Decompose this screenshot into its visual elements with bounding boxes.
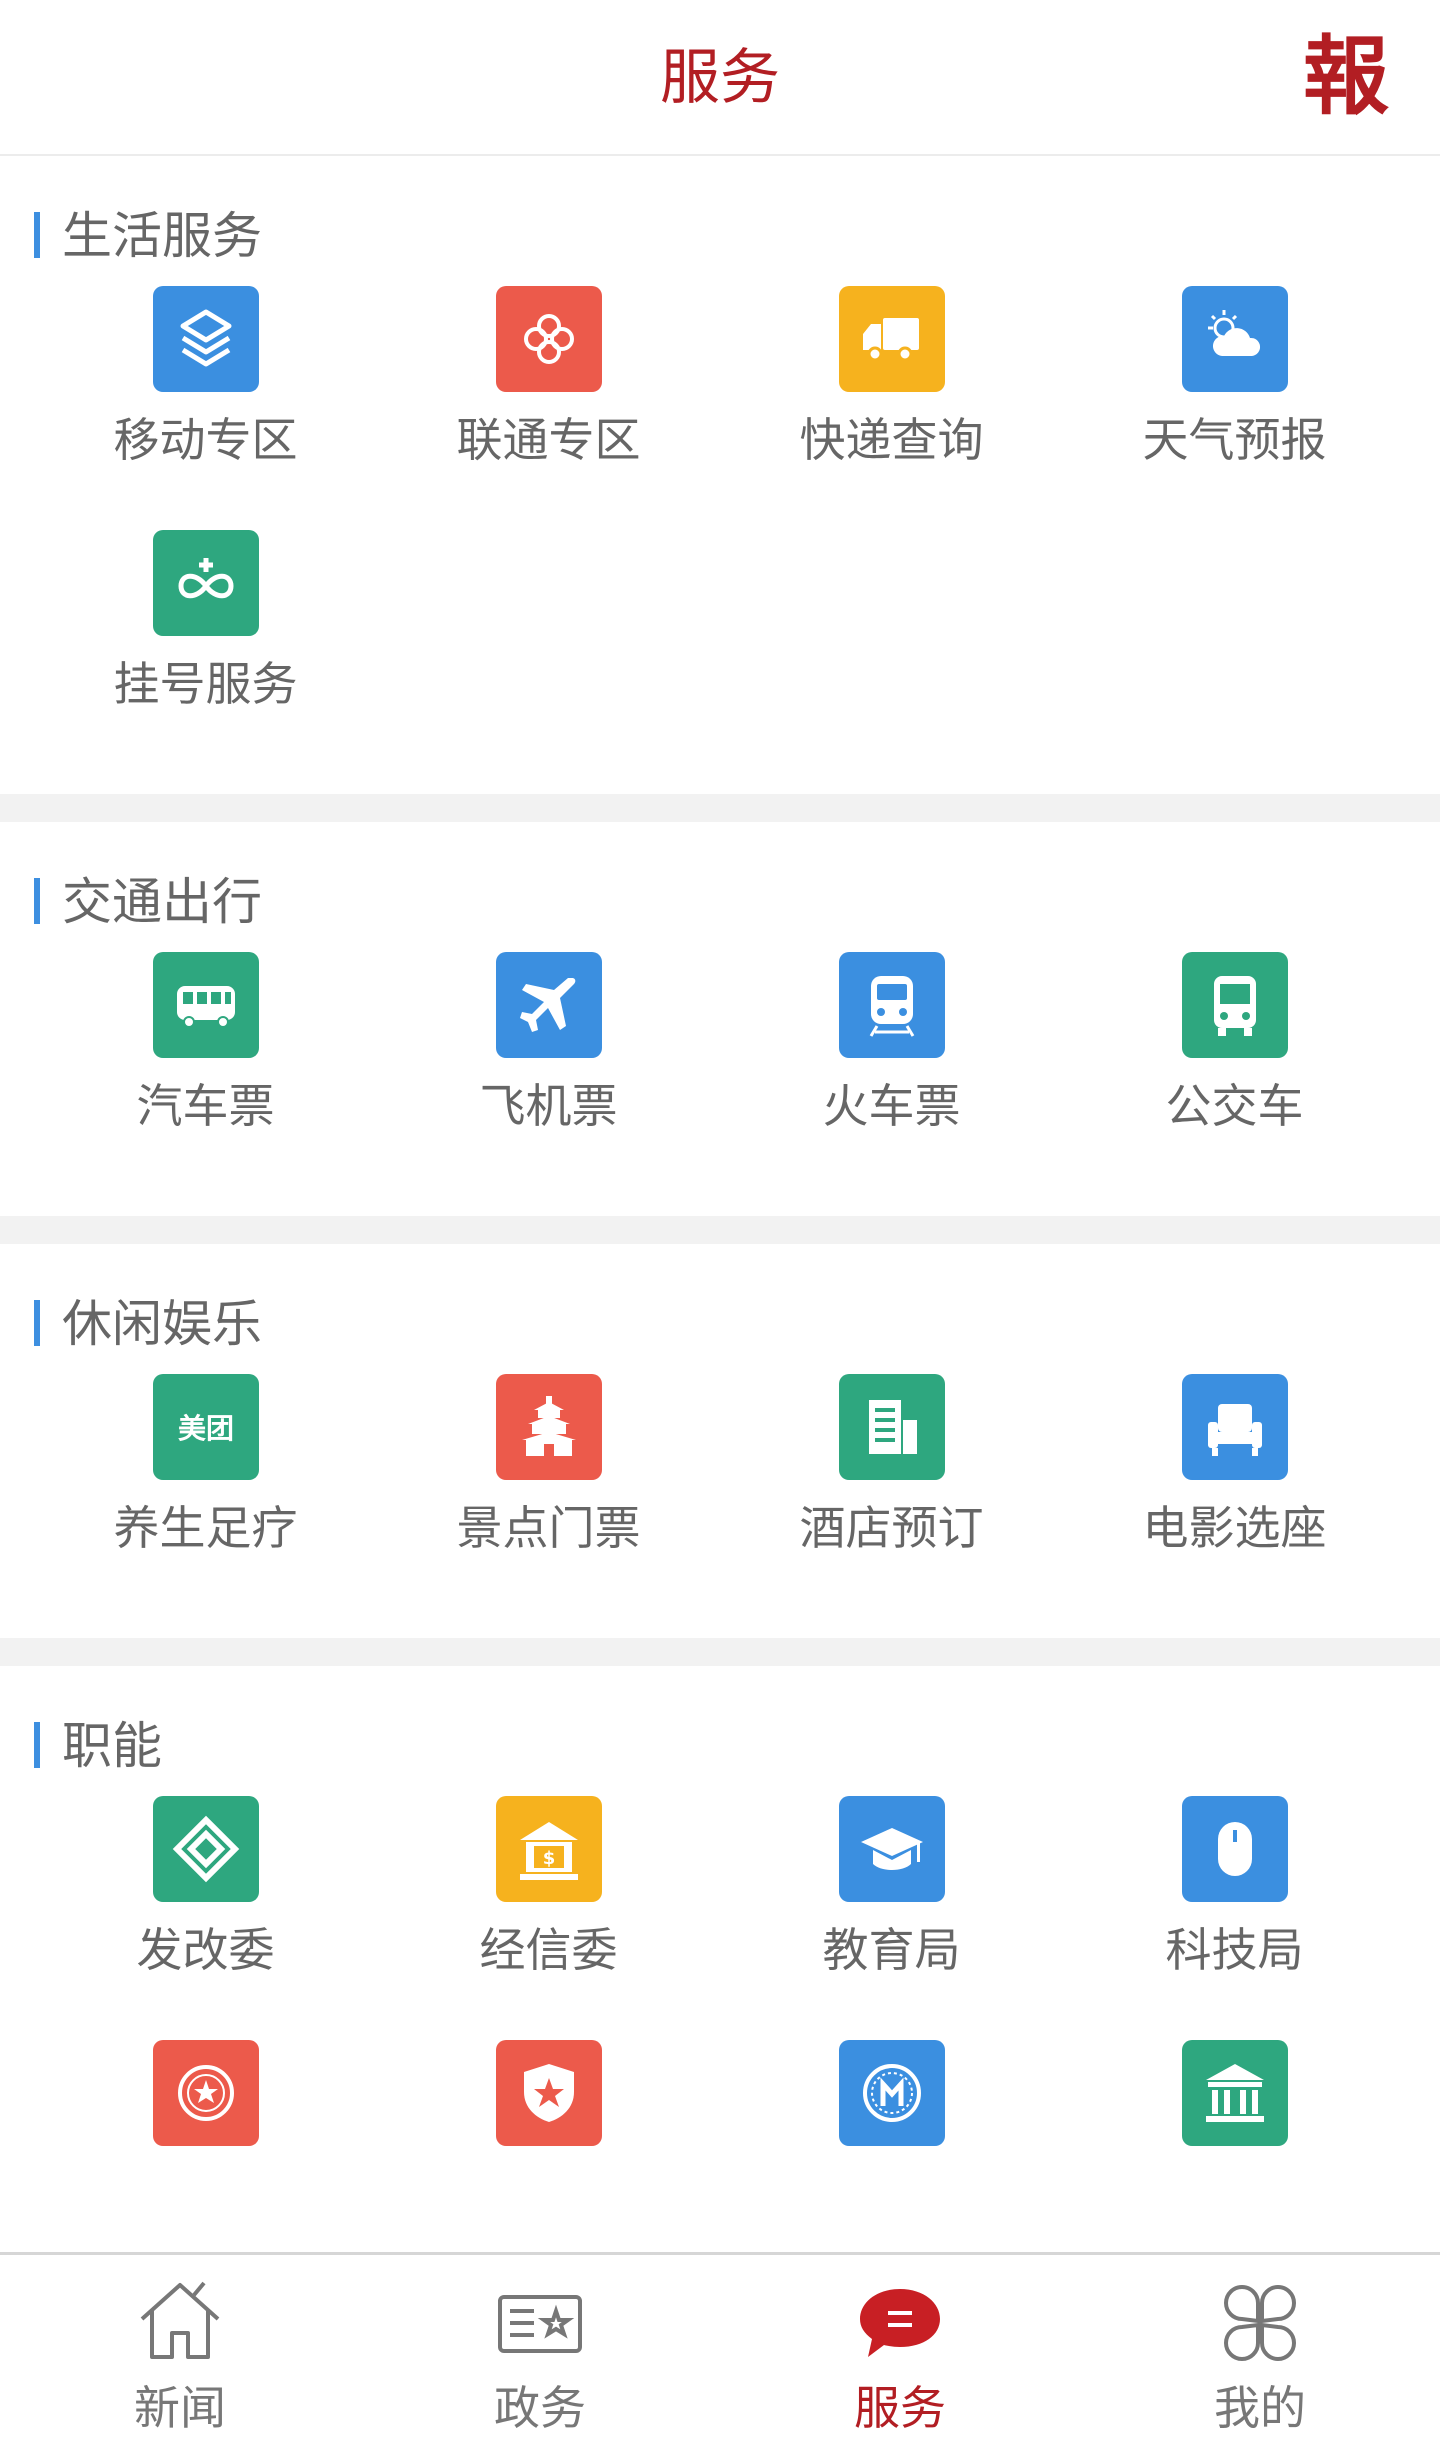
chat-bubble-icon: [860, 2289, 940, 2357]
train-icon: [838, 952, 945, 1058]
section-leisure: 休闲娱乐 美团 养生足疗 景点门票 酒店预订 电影选座: [0, 1244, 1440, 1638]
section-title: 职能: [62, 1717, 162, 1775]
section-marker: [34, 878, 40, 924]
service-item-scenic-tickets[interactable]: 景点门票: [377, 1374, 720, 1618]
service-item-flight-ticket[interactable]: 飞机票: [377, 952, 720, 1196]
section-transportation: 交通出行 汽车票 飞机票 火车票 公交车: [0, 822, 1440, 1216]
section-marker: [34, 1300, 40, 1346]
section-title: 生活服务: [62, 207, 262, 265]
service-grid: 移动专区 联通专区 快递查询 天气预报 挂号服务: [0, 286, 1440, 794]
service-item-cinema-seat[interactable]: 电影选座: [1063, 1374, 1406, 1618]
service-item-police[interactable]: [377, 2040, 720, 2252]
government-building-icon: [1181, 2040, 1288, 2146]
reform-commission-icon: [152, 1796, 259, 1902]
service-grid: 汽车票 飞机票 火车票 公交车: [0, 952, 1440, 1216]
section-title: 休闲娱乐: [62, 1295, 262, 1353]
economy-bank-icon: $: [495, 1796, 602, 1902]
service-item-science-bureau[interactable]: 科技局: [1063, 1796, 1406, 2040]
party-emblem-icon: [152, 2040, 259, 2146]
home-icon: [140, 2281, 220, 2359]
service-item-train-ticket[interactable]: 火车票: [720, 952, 1063, 1196]
section-divider: [0, 1638, 1440, 1666]
svg-text:報: 報: [1303, 26, 1389, 124]
hotel-building-icon: [838, 1374, 945, 1480]
police-badge-icon: [495, 2040, 602, 2146]
service-item-reform-commission[interactable]: 发改委: [34, 1796, 377, 2040]
newspaper-logo-icon: 報: [1303, 26, 1389, 124]
service-item-foot-massage[interactable]: 美团 养生足疗: [34, 1374, 377, 1618]
weather-icon: [1181, 286, 1288, 392]
tab-services[interactable]: 服务: [720, 2255, 1080, 2440]
service-item-china-unicom[interactable]: 联通专区: [377, 286, 720, 530]
section-title: 交通出行: [62, 873, 262, 931]
tab-government-affairs[interactable]: 政务: [360, 2255, 720, 2440]
hospital-registration-icon: [152, 530, 259, 636]
header: 服务 報: [0, 0, 1440, 156]
bottom-tab-bar: 新闻 政务 服务 我的: [0, 2252, 1440, 2440]
service-item-education-bureau[interactable]: 教育局: [720, 1796, 1063, 2040]
service-item-government[interactable]: [1063, 2040, 1406, 2252]
cinema-seat-icon: [1181, 1374, 1288, 1480]
service-item-coach-ticket[interactable]: 汽车票: [34, 952, 377, 1196]
section-divider: [0, 794, 1440, 822]
section-functions: 职能 发改委 $ 经信委 教育局 科技局: [0, 1666, 1440, 2252]
section-header: 职能: [0, 1666, 1440, 1796]
china-unicom-icon: [495, 286, 602, 392]
tab-news[interactable]: 新闻: [0, 2255, 360, 2440]
service-grid: 美团 养生足疗 景点门票 酒店预订 电影选座: [0, 1374, 1440, 1638]
service-item-court[interactable]: [720, 2040, 1063, 2252]
delivery-truck-icon: [838, 286, 945, 392]
svg-text:美团: 美团: [177, 1412, 233, 1445]
section-divider: [0, 1216, 1440, 1244]
mouse-icon: [1181, 1796, 1288, 1902]
clover-grid-icon: [1224, 2285, 1296, 2361]
service-item-hotel-booking[interactable]: 酒店预订: [720, 1374, 1063, 1618]
court-emblem-icon: [838, 2040, 945, 2146]
service-list[interactable]: 生活服务 移动专区 联通专区 快递查询 天气预报 挂号服务 交通出行 汽车票 飞…: [0, 156, 1440, 2252]
service-item-express-query[interactable]: 快递查询: [720, 286, 1063, 530]
airplane-icon: [495, 952, 602, 1058]
service-item-city-bus[interactable]: 公交车: [1063, 952, 1406, 1196]
service-item-registration[interactable]: 挂号服务: [34, 530, 377, 774]
service-item-economy-commission[interactable]: $ 经信委: [377, 1796, 720, 2040]
graduation-cap-icon: [838, 1796, 945, 1902]
section-marker: [34, 1722, 40, 1768]
section-header: 生活服务: [0, 156, 1440, 286]
service-item-weather[interactable]: 天气预报: [1063, 286, 1406, 530]
temple-icon: [495, 1374, 602, 1480]
china-mobile-icon: [152, 286, 259, 392]
service-item-party-committee[interactable]: [34, 2040, 377, 2252]
id-card-star-icon: [498, 2295, 582, 2353]
service-grid: 发改委 $ 经信委 教育局 科技局: [0, 1796, 1440, 2252]
section-marker: [34, 212, 40, 258]
section-life-services: 生活服务 移动专区 联通专区 快递查询 天气预报 挂号服务: [0, 156, 1440, 794]
tab-mine[interactable]: 我的: [1080, 2255, 1440, 2440]
meituan-icon: 美团: [152, 1374, 259, 1480]
svg-text:$: $: [542, 1848, 555, 1869]
page-title: 服务: [660, 43, 780, 113]
coach-bus-icon: [152, 952, 259, 1058]
city-bus-icon: [1181, 952, 1288, 1058]
section-header: 交通出行: [0, 822, 1440, 952]
section-header: 休闲娱乐: [0, 1244, 1440, 1374]
service-item-china-mobile[interactable]: 移动专区: [34, 286, 377, 530]
service-page: 服务 報 生活服务 移动专区 联通专区 快递查询 天气预报 挂号服务 交通出行 …: [0, 0, 1440, 2440]
